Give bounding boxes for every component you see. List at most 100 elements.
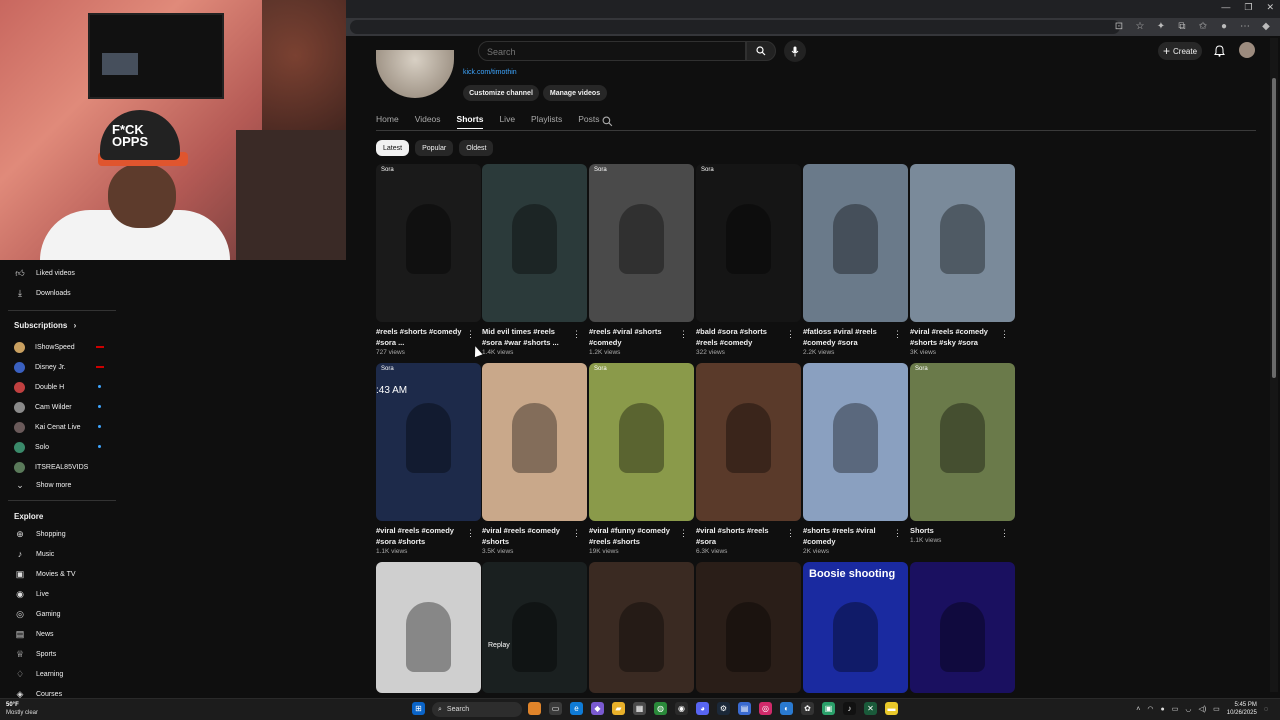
short-title[interactable]: #reels #shorts #comedy #sora ...	[376, 326, 468, 348]
volume-icon[interactable]: ◁)	[1198, 705, 1206, 713]
chevron-up-icon[interactable]: ˄	[1136, 706, 1140, 713]
subscriptions-heading[interactable]: Subscriptions ›	[14, 321, 76, 330]
edge-icon[interactable]: e	[570, 702, 583, 715]
short-thumbnail[interactable]: Sora	[910, 363, 1015, 521]
sidebar-item-live[interactable]: ◉ Live	[14, 587, 49, 601]
network-icon[interactable]: ◠	[1147, 705, 1153, 713]
sidebar-item-shopping[interactable]: ⊕ Shopping	[14, 527, 65, 541]
excel-icon[interactable]: ✕	[864, 702, 877, 715]
short-thumbnail[interactable]: Sora:43 AM	[376, 363, 481, 521]
bookmark-star-icon[interactable]: ☆	[1134, 21, 1146, 32]
extension-icon[interactable]: ✦	[1155, 21, 1167, 32]
app-icon[interactable]: ▤	[738, 702, 751, 715]
monitor-icon[interactable]: ▭	[1172, 705, 1179, 713]
short-title[interactable]: #fatloss #viral #reels #comedy #sora	[803, 326, 895, 348]
sidebar-item-news[interactable]: ▤ News	[14, 627, 54, 641]
short-thumbnail[interactable]: Replay	[482, 562, 587, 693]
short-card[interactable]	[696, 562, 801, 693]
close-icon[interactable]: ✕	[1266, 2, 1274, 13]
short-card[interactable]: #fatloss #viral #reels #comedy #sora 2.2K…	[803, 164, 908, 356]
short-card[interactable]: Sora #reels #shorts #comedy #sora ... 727 …	[376, 164, 481, 356]
more-options-icon[interactable]: ⋮	[572, 528, 581, 539]
short-title[interactable]: #viral #reels #comedy #sora #shorts	[376, 525, 468, 547]
short-title[interactable]: #viral #shorts #reels #sora	[696, 525, 788, 547]
favorites-icon[interactable]: ✩	[1197, 21, 1209, 32]
maximize-icon[interactable]: ❐	[1244, 2, 1252, 13]
short-title[interactable]: #reels #viral #shorts #comedy	[589, 326, 681, 348]
app-icon[interactable]: ◐	[780, 702, 793, 715]
short-thumbnail[interactable]	[803, 164, 908, 322]
create-button[interactable]: + Create	[1158, 42, 1202, 60]
short-thumbnail[interactable]	[803, 363, 908, 521]
copilot-app-icon[interactable]: ◆	[591, 702, 604, 715]
short-card[interactable]: Sora Shorts 1.1K views ⋮	[910, 363, 1015, 544]
customize-channel-button[interactable]: Customize channel	[463, 85, 539, 101]
discord-icon[interactable]: ◕	[696, 702, 709, 715]
sidebar-item-liked-videos[interactable]: 👍︎ Liked videos	[14, 266, 75, 280]
wifi-icon[interactable]: ◡	[1185, 705, 1191, 713]
sidebar-subscription-item[interactable]: Double H	[14, 380, 64, 394]
sidebar-item-learning[interactable]: ♢ Learning	[14, 667, 63, 681]
channel-link[interactable]: kick.com/timothin	[463, 69, 517, 76]
copilot-icon[interactable]: ◆	[1260, 21, 1272, 32]
chip-latest[interactable]: Latest	[376, 140, 410, 156]
short-card[interactable]: Sora #bald #sora #shorts #reels #comedy 32…	[696, 164, 801, 356]
sidebar-item-sports[interactable]: ♕ Sports	[14, 647, 56, 661]
notification-bell-icon[interactable]: ◌	[1264, 706, 1268, 713]
sidebar-subscription-item[interactable]: IShowSpeed	[14, 340, 75, 354]
sidebar-subscription-item[interactable]: Cam Wilder	[14, 400, 72, 414]
notifications-button[interactable]	[1212, 43, 1226, 59]
short-thumbnail[interactable]	[376, 562, 481, 693]
short-thumbnail[interactable]	[696, 562, 801, 693]
search-button[interactable]	[746, 41, 776, 61]
show-more-button[interactable]: ⌄ Show more	[14, 478, 71, 492]
short-title[interactable]: #bald #sora #shorts #reels #comedy	[696, 326, 788, 348]
file-explorer-icon[interactable]: ▰	[612, 702, 625, 715]
tab-playlists[interactable]: Playlists	[531, 114, 578, 129]
short-thumbnail[interactable]	[482, 363, 587, 521]
calendar-icon[interactable]: ▦	[633, 702, 646, 715]
short-thumbnail[interactable]	[482, 164, 587, 322]
short-thumbnail[interactable]: Sora	[589, 363, 694, 521]
short-thumbnail[interactable]: Sora	[376, 164, 481, 322]
install-app-icon[interactable]: ⊡	[1113, 21, 1125, 32]
more-options-icon[interactable]: ⋮	[893, 528, 902, 539]
more-options-icon[interactable]: ⋮	[1000, 528, 1009, 539]
short-card[interactable]	[589, 562, 694, 693]
obs-icon[interactable]: ◉	[675, 702, 688, 715]
sidebar-subscription-item[interactable]: Kai Cenat Live	[14, 420, 81, 434]
short-thumbnail[interactable]	[589, 562, 694, 693]
extensions-puzzle-icon[interactable]: ⧉	[1176, 21, 1188, 32]
short-thumbnail[interactable]: Boosie shooting	[803, 562, 908, 693]
sidebar-item-downloads[interactable]: ⤓ Downloads	[14, 286, 71, 300]
more-options-icon[interactable]: ⋮	[893, 329, 902, 340]
short-title[interactable]: Shorts	[910, 525, 1002, 536]
tab-shorts[interactable]: Shorts	[456, 114, 484, 129]
short-card[interactable]: #viral #reels #comedy #shorts #sky #sora…	[910, 164, 1015, 356]
sidebar-subscription-item[interactable]: ITSREAL85VIDS	[14, 460, 88, 474]
mic-tray-icon[interactable]: ●	[1160, 706, 1164, 713]
short-card[interactable]: Sora #viral #funny #comedy #reels #shorts…	[589, 363, 694, 555]
scrollbar-thumb[interactable]	[1272, 78, 1276, 378]
taskbar-search[interactable]: ⌕ Search	[432, 702, 522, 717]
more-options-icon[interactable]: ⋮	[786, 329, 795, 340]
account-avatar[interactable]	[1239, 42, 1255, 58]
short-title[interactable]: #shorts #reels #viral #comedy	[803, 525, 895, 547]
chatgpt-icon[interactable]: ✿	[801, 702, 814, 715]
weather-widget[interactable]: 50°F Mostly clear	[6, 701, 38, 717]
search-input[interactable]	[479, 43, 745, 61]
more-options-icon[interactable]: ⋮	[679, 528, 688, 539]
short-card[interactable]	[376, 562, 481, 693]
manage-videos-button[interactable]: Manage videos	[543, 85, 607, 101]
tab-live[interactable]: Live	[499, 114, 531, 129]
minimize-icon[interactable]: —	[1221, 2, 1230, 13]
task-view-icon[interactable]: ▭	[549, 702, 562, 715]
more-options-icon[interactable]: ⋮	[466, 329, 475, 340]
short-card[interactable]	[910, 562, 1015, 693]
short-thumbnail[interactable]: Sora	[589, 164, 694, 322]
sidebar-item-gaming[interactable]: ◎ Gaming	[14, 607, 60, 621]
instagram-icon[interactable]: ◎	[759, 702, 772, 715]
short-card[interactable]: #viral #shorts #reels #sora 6.3K views ⋮	[696, 363, 801, 555]
short-card[interactable]: Mid evil times #reels #sora #war #shorts…	[482, 164, 587, 356]
battery-icon[interactable]: ▭	[1213, 705, 1220, 713]
